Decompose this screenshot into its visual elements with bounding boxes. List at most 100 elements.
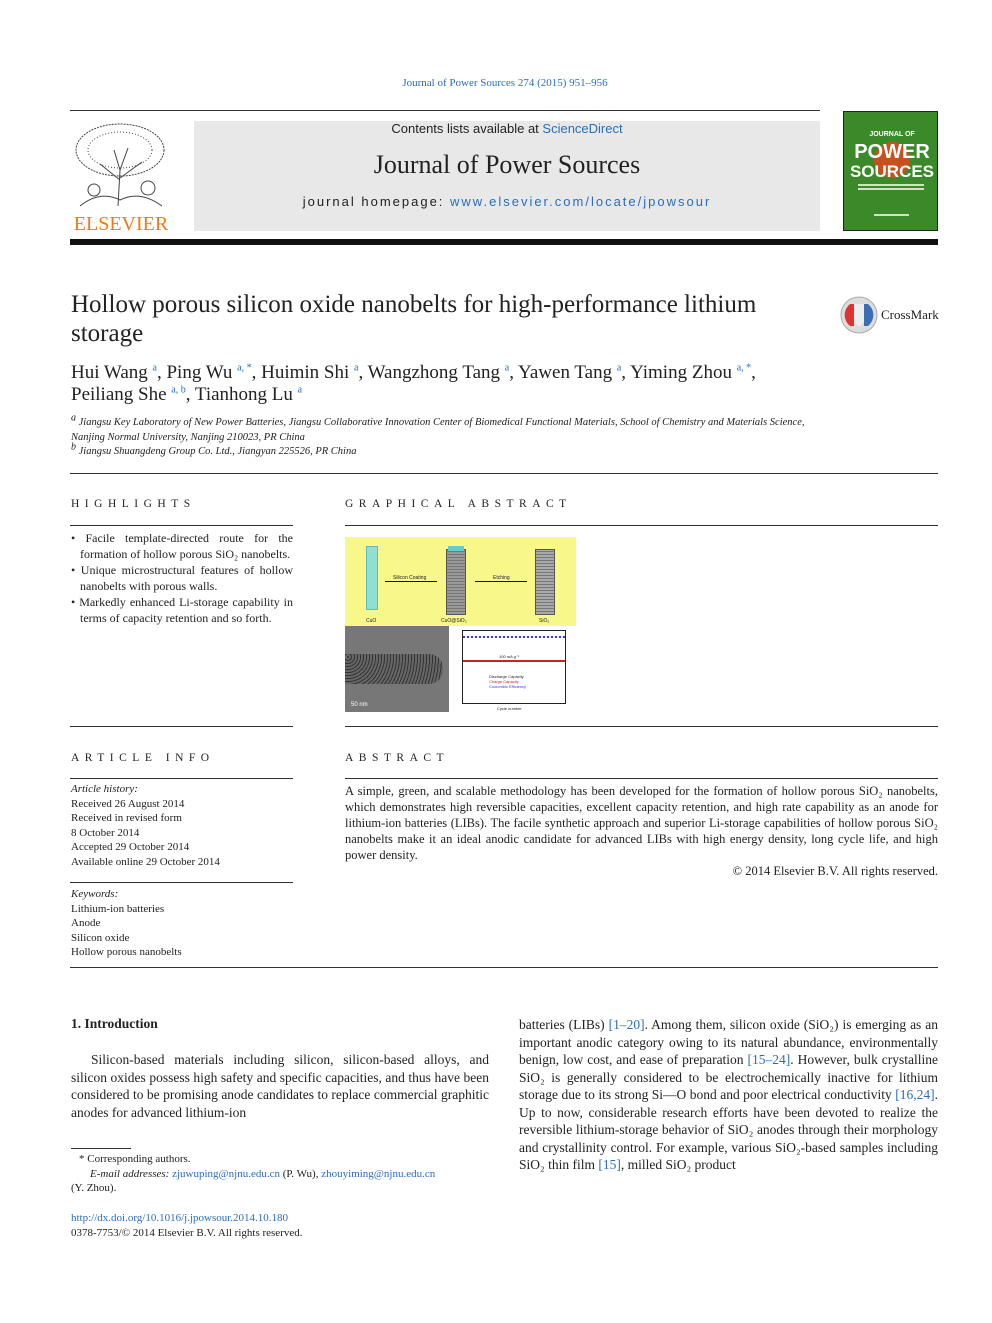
body-text: batteries (LIBs)	[519, 1017, 609, 1032]
label: CuO@SiO₂	[441, 618, 467, 624]
efficiency-series	[463, 636, 565, 638]
journal-citation[interactable]: Journal of Power Sources 274 (2015) 951–…	[0, 77, 992, 89]
synthesis-scheme: Silicon Coating Etching CuO CuO@SiO₂ SiO…	[345, 537, 576, 626]
section-heading: 1. Introduction	[71, 1016, 158, 1031]
author[interactable]: Tianhong Lu	[195, 384, 293, 405]
author-affiliation-marker[interactable]: a	[153, 363, 157, 374]
author-affiliation-marker[interactable]: a	[617, 363, 621, 374]
reference-link[interactable]: [15–24]	[748, 1052, 791, 1067]
doi-block: http://dx.doi.org/10.1016/j.jpowsour.201…	[71, 1211, 303, 1240]
tem-image: 50 nm	[345, 626, 449, 712]
doi-link[interactable]: http://dx.doi.org/10.1016/j.jpowsour.201…	[71, 1212, 288, 1224]
crossmark-button[interactable]: CrossMark	[840, 296, 939, 334]
capacity-series	[463, 660, 565, 662]
highlight-item: Unique microstructural features of hollo…	[71, 562, 293, 594]
abstract-text: A simple, green, and scalable methodolog…	[345, 783, 938, 879]
legend-entry: Coulombic Efficiency	[489, 684, 527, 689]
divider	[345, 525, 938, 526]
arrow	[385, 581, 437, 582]
homepage-link[interactable]: www.elsevier.com/locate/jpowsour	[450, 194, 711, 209]
author-affiliation-marker[interactable]: a	[505, 363, 509, 374]
cuo-sio2-belt	[446, 549, 466, 615]
sciencedirect-link[interactable]: ScienceDirect	[542, 121, 622, 136]
svg-text:POWER: POWER	[854, 141, 930, 163]
keyword: Silicon oxide	[71, 931, 130, 944]
issn: 0378-7753/© 2014 Elsevier B.V. All right…	[71, 1226, 303, 1239]
author[interactable]: Peiliang She	[71, 384, 167, 405]
reference-link[interactable]: [15]	[598, 1157, 621, 1172]
abstract-body: A simple, green, and scalable methodolog…	[345, 784, 938, 862]
author[interactable]: Yawen Tang	[518, 362, 612, 383]
keywords: Keywords: Lithium-ion batteries Anode Si…	[71, 887, 293, 960]
graphical-abstract-heading: GRAPHICAL ABSTRACT	[345, 498, 572, 510]
copyright: © 2014 Elsevier B.V. All rights reserved…	[732, 864, 938, 878]
graphical-abstract-figure: Silicon Coating Etching CuO CuO@SiO₂ SiO…	[345, 537, 576, 712]
history-item: Received 26 August 2014	[71, 797, 185, 810]
author[interactable]: Wangzhong Tang	[368, 362, 500, 383]
keyword: Anode	[71, 917, 101, 929]
author[interactable]: Yiming Zhou	[630, 362, 732, 383]
divider	[345, 726, 938, 727]
plot-frame	[462, 630, 566, 704]
history-item: Accepted 29 October 2014	[71, 841, 190, 853]
divider	[70, 778, 293, 779]
label: 100 mA g⁻¹	[499, 654, 520, 659]
affiliations: a Jiangsu Key Laboratory of New Power Ba…	[71, 412, 831, 460]
author[interactable]: Hui Wang	[71, 362, 148, 383]
email-link[interactable]: zhouyiming@njnu.edu.cn	[321, 1168, 435, 1180]
contents-line: Contents lists available at ScienceDirec…	[391, 121, 623, 136]
author-affiliation-marker[interactable]: a, *	[737, 363, 751, 374]
author-affiliation-marker[interactable]: a	[354, 363, 358, 374]
divider	[345, 778, 938, 779]
history-label: Article history:	[71, 783, 138, 795]
cycling-plot: 100 mA g⁻¹ Discharge Capacity Charge Cap…	[449, 626, 576, 712]
nanobelt	[345, 654, 443, 684]
keyword: Lithium-ion batteries	[71, 902, 165, 915]
keywords-label: Keywords:	[71, 888, 119, 900]
divider	[70, 473, 938, 474]
label: Silicon Coating	[393, 575, 427, 581]
divider	[70, 967, 938, 968]
author-affiliation-marker[interactable]: a, b	[171, 385, 185, 396]
author[interactable]: Ping Wu	[166, 362, 232, 383]
keyword: Hollow porous nanobelts	[71, 946, 182, 958]
highlights-heading: HIGHLIGHTS	[71, 498, 196, 510]
author-affiliation-marker[interactable]: a, *	[237, 363, 251, 374]
reference-link[interactable]: [16,24]	[895, 1087, 934, 1102]
history-item: 8 October 2014	[71, 826, 140, 839]
article-title: Hollow porous silicon oxide nanobelts fo…	[71, 291, 757, 347]
elsevier-wordmark: ELSEVIER	[73, 213, 169, 235]
elsevier-logo: ELSEVIER	[70, 120, 172, 235]
author-list: Hui Wang a, Ping Wu a, *, Huimin Shi a, …	[71, 362, 756, 405]
footnote-rule	[71, 1148, 131, 1149]
divider	[70, 726, 293, 727]
email-link[interactable]: zjuwuping@njnu.edu.cn	[172, 1168, 280, 1180]
affiliation-b: b Jiangsu Shuangdeng Group Co. Ltd., Jia…	[71, 441, 357, 457]
svg-text:SOURCES: SOURCES	[850, 162, 934, 181]
email-owner: (Y. Zhou).	[71, 1182, 117, 1194]
body-text: , milled SiO₂ product	[620, 1157, 736, 1172]
journal-cover: JOURNAL OF POWER SOURCES	[843, 111, 938, 231]
label: SiO₂	[539, 618, 550, 624]
legend: Discharge Capacity Charge Capacity Coulo…	[489, 674, 526, 689]
footnotes: * Corresponding authors. E-mail addresse…	[71, 1152, 489, 1196]
reference-link[interactable]: [1–20]	[609, 1017, 645, 1032]
highlight-item: Markedly enhanced Li-storage capability …	[71, 594, 293, 626]
intro-right-column: batteries (LIBs) [1–20]. Among them, sil…	[519, 1016, 938, 1174]
svg-text:JOURNAL OF: JOURNAL OF	[869, 131, 915, 138]
intro-left-column: Silicon-based materials including silico…	[71, 1052, 489, 1120]
journal-banner: Contents lists available at ScienceDirec…	[194, 121, 820, 231]
scale-bar: 50 nm	[351, 702, 368, 708]
crossmark-icon	[840, 296, 878, 334]
highlight-item: Facile template-directed route for the f…	[71, 530, 293, 562]
article-history: Article history: Received 26 August 2014…	[71, 782, 293, 869]
label: Etching	[493, 575, 510, 581]
divider	[70, 110, 820, 111]
divider	[70, 882, 293, 883]
author-affiliation-marker[interactable]: a	[298, 385, 302, 396]
arrow	[475, 581, 527, 582]
highlights-list: Facile template-directed route for the f…	[71, 530, 293, 626]
author[interactable]: Huimin Shi	[261, 362, 349, 383]
affiliation-a: a Jiangsu Key Laboratory of New Power Ba…	[71, 412, 805, 443]
core-top	[448, 546, 464, 551]
